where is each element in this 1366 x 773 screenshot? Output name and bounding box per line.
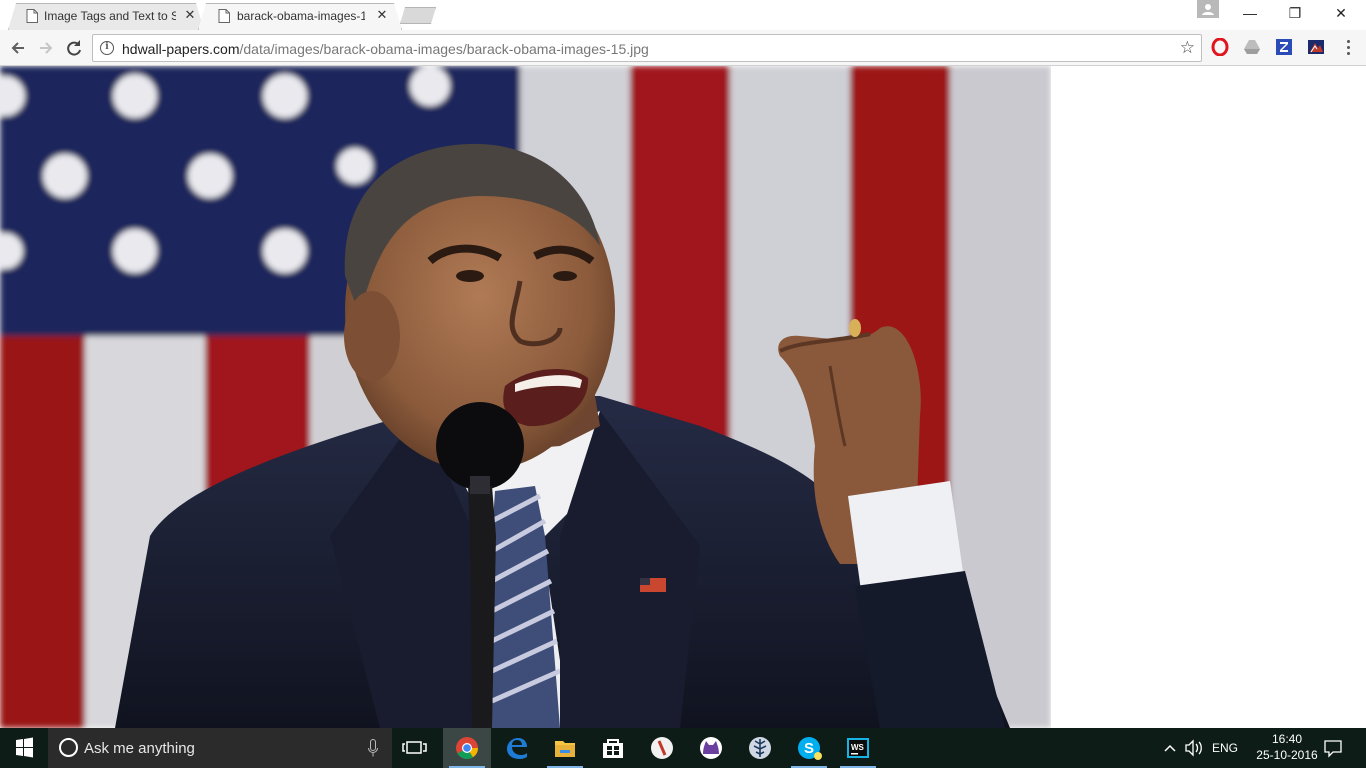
- url-host: hdwall-papers.com: [122, 41, 240, 57]
- windows-taskbar: Ask me anything S WS ENG 16:40 25-10-201…: [0, 728, 1366, 768]
- reload-icon: [67, 40, 81, 56]
- browser-toolbar: i hdwall-papers.com/data/images/barack-o…: [0, 30, 1366, 66]
- page-icon: [218, 9, 230, 23]
- tree-app-icon: [749, 737, 771, 759]
- address-url[interactable]: hdwall-papers.com/data/images/barack-oba…: [122, 41, 649, 57]
- svg-text:WS: WS: [851, 743, 865, 752]
- search-placeholder: Ask me anything: [84, 740, 195, 757]
- skype-icon: S: [798, 737, 822, 760]
- taskbar-chrome[interactable]: [443, 728, 491, 768]
- taskbar-clock[interactable]: 16:40 25-10-2016: [1250, 731, 1324, 763]
- forward-button[interactable]: [35, 37, 57, 59]
- tab-strip: Image Tags and Text to S ✕ barack-obama-…: [0, 0, 1366, 30]
- obama-photo: [0, 66, 1051, 728]
- clock-time: 16:40: [1271, 732, 1303, 746]
- page-viewport: [0, 66, 1366, 728]
- ring: [849, 319, 861, 337]
- close-tab-icon[interactable]: ✕: [375, 8, 389, 22]
- taskbar-app[interactable]: [638, 728, 686, 768]
- start-button[interactable]: [0, 728, 48, 768]
- bookmark-star-icon[interactable]: ☆: [1180, 38, 1195, 58]
- cat-app-icon: [700, 737, 722, 759]
- forward-icon: [40, 42, 53, 54]
- tab-image-tags[interactable]: Image Tags and Text to S ✕: [8, 3, 204, 30]
- taskbar-skype[interactable]: S: [785, 728, 833, 768]
- new-tab-button[interactable]: [400, 7, 436, 24]
- reload-button[interactable]: [63, 37, 85, 59]
- photo-illustration: [0, 66, 1051, 728]
- notification-icon: [1324, 740, 1342, 758]
- taskbar-webstorm[interactable]: WS: [834, 728, 882, 768]
- tab-title: Image Tags and Text to S: [44, 9, 176, 23]
- action-center-button[interactable]: [1322, 728, 1344, 768]
- profile-button[interactable]: [1197, 0, 1219, 18]
- page-icon: [26, 9, 38, 23]
- taskbar-store[interactable]: [589, 728, 637, 768]
- chrome-menu-button[interactable]: [1342, 38, 1354, 58]
- close-tab-icon[interactable]: ✕: [183, 8, 197, 22]
- volume-icon: [1185, 739, 1202, 757]
- windows-logo-icon: [16, 737, 33, 758]
- taskbar-edge[interactable]: [492, 728, 540, 768]
- file-explorer-icon: [555, 741, 575, 757]
- tab-title: barack-obama-images-1: [237, 9, 365, 23]
- zotero-icon[interactable]: [1275, 38, 1293, 56]
- show-hidden-icons-button[interactable]: [1160, 728, 1180, 768]
- app-icon: [651, 737, 673, 759]
- google-drive-icon[interactable]: [1243, 38, 1261, 56]
- back-button[interactable]: [7, 37, 29, 59]
- webstorm-icon: WS: [847, 738, 869, 758]
- address-bar[interactable]: i hdwall-papers.com/data/images/barack-o…: [92, 34, 1202, 62]
- clock-date: 25-10-2016: [1256, 748, 1318, 762]
- close-window-button[interactable]: ✕: [1318, 0, 1364, 28]
- taskbar-file-explorer[interactable]: [541, 728, 589, 768]
- task-view-button[interactable]: [392, 728, 440, 768]
- cortana-icon: [59, 738, 78, 757]
- task-view-icon: [402, 741, 427, 754]
- taskbar-cat-app[interactable]: [687, 728, 735, 768]
- extension-icon[interactable]: [1307, 38, 1325, 56]
- svg-text:S: S: [804, 740, 814, 757]
- language-indicator[interactable]: ENG: [1210, 728, 1240, 768]
- store-icon: [603, 739, 623, 758]
- chrome-icon: [456, 737, 478, 759]
- minimize-button[interactable]: —: [1227, 0, 1273, 28]
- cortana-search-box[interactable]: Ask me anything: [48, 728, 392, 768]
- info-icon[interactable]: i: [100, 41, 114, 55]
- chevron-up-icon: [1164, 744, 1176, 752]
- taskbar-tree-app[interactable]: [736, 728, 784, 768]
- profile-icon: [1202, 4, 1214, 15]
- restore-button[interactable]: ❐: [1272, 0, 1318, 28]
- microphone-icon[interactable]: [368, 739, 378, 757]
- url-path: /data/images/barack-obama-images/barack-…: [239, 41, 649, 57]
- back-icon: [11, 42, 24, 54]
- opera-icon[interactable]: [1211, 38, 1229, 56]
- volume-button[interactable]: [1183, 728, 1205, 768]
- edge-icon: [507, 738, 527, 759]
- tab-barack-obama-images[interactable]: barack-obama-images-1 ✕: [198, 3, 402, 30]
